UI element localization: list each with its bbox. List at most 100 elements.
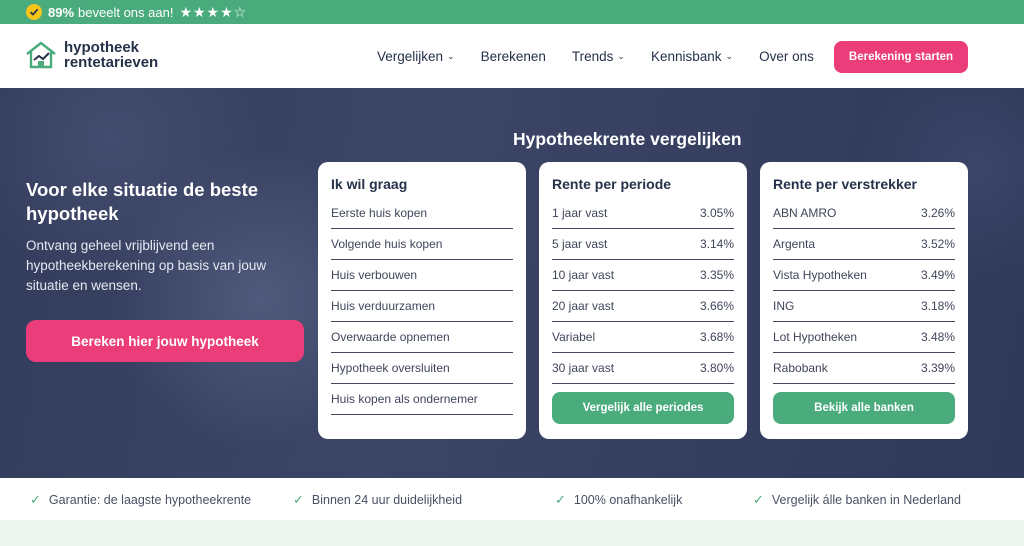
rate-row[interactable]: 5 jaar vast 3.14% — [552, 229, 734, 260]
page-bottom-strip — [0, 520, 1024, 546]
house-logo-icon — [26, 41, 56, 69]
rate-row[interactable]: Variabel 3.68% — [552, 322, 734, 353]
card-title: Ik wil graag — [331, 176, 408, 192]
usp-text: 100% onafhankelijk — [573, 493, 683, 507]
usp-item: ✓ Garantie: de laagste hypotheekrente — [30, 492, 251, 508]
lender-row[interactable]: Argenta 3.52% — [773, 229, 955, 260]
list-item[interactable]: Huis kopen als ondernemer — [331, 384, 513, 415]
list-item-label: Volgende huis kopen — [331, 237, 443, 251]
rate-label: Variabel — [552, 330, 596, 344]
check-icon: ✓ — [753, 492, 764, 507]
usp-text: Garantie: de laagste hypotheekrente — [48, 493, 252, 507]
list-item[interactable]: Volgende huis kopen — [331, 229, 513, 260]
rate-label: 30 jaar vast — [552, 361, 615, 375]
view-all-banks-button[interactable]: Bekijk alle banken — [773, 392, 955, 424]
rate-label: 20 jaar vast — [552, 299, 615, 313]
hero-title: Voor elke situatie de beste hypotheek — [26, 179, 259, 224]
check-badge-icon — [26, 4, 42, 20]
list-item-label: Huis kopen als ondernemer — [331, 392, 478, 406]
list-item[interactable]: Huis verbouwen — [331, 260, 513, 291]
lender-row[interactable]: Lot Hypotheken 3.48% — [773, 322, 955, 353]
lender-row[interactable]: Rabobank 3.39% — [773, 353, 955, 384]
rate-value: 3.66% — [699, 299, 734, 313]
start-calculation-button[interactable]: Berekening starten — [834, 41, 968, 73]
usp-item: ✓ Binnen 24 uur duidelijkheid — [293, 492, 462, 508]
rate-row[interactable]: 30 jaar vast 3.80% — [552, 353, 734, 384]
nav-label: Over ons — [759, 48, 814, 64]
nav-vergelijken[interactable]: Vergelijken ⌄ — [377, 49, 455, 64]
nav-kennisbank[interactable]: Kennisbank ⌄ — [651, 49, 733, 64]
lender-label: Lot Hypotheken — [773, 330, 858, 344]
usp-item: ✓ Vergelijk álle banken in Nederland — [753, 492, 961, 508]
nav-trends[interactable]: Trends ⌄ — [572, 49, 625, 64]
chevron-down-icon: ⌄ — [617, 51, 625, 61]
usp-bar: ✓ Garantie: de laagste hypotheekrente ✓ Bi… — [0, 478, 1024, 520]
nav-over-ons[interactable]: Over ons — [759, 49, 814, 64]
logo-line2: rentetarieven — [64, 54, 159, 71]
list-item[interactable]: Hypotheek oversluiten — [331, 353, 513, 384]
chevron-down-icon: ⌄ — [725, 51, 734, 61]
calculate-mortgage-button[interactable]: Bereken hier jouw hypotheek — [26, 320, 304, 362]
rate-per-period-card: Rente per periode 1 jaar vast 3.05% 5 jaa… — [539, 162, 747, 439]
hero-section: Voor elke situatie de beste hypotheek On… — [0, 88, 1024, 478]
rate-per-lender-card: Rente per verstrekker ABN AMRO 3.26% Arge… — [760, 162, 968, 439]
nav-label: Trends — [571, 48, 614, 64]
nav-berekenen[interactable]: Berekenen — [481, 49, 546, 64]
card-title: Rente per verstrekker — [773, 176, 917, 192]
rate-value: 3.80% — [699, 361, 734, 375]
main-nav: Vergelijken ⌄ Berekenen Trends ⌄ Kennisban… — [377, 24, 840, 88]
lender-label: Argenta — [773, 237, 816, 251]
check-icon: ✓ — [293, 492, 304, 507]
check-icon: ✓ — [555, 492, 566, 507]
usp-item: ✓ 100% onafhankelijk — [555, 492, 682, 508]
usp-text: Vergelijk álle banken in Nederland — [771, 493, 961, 507]
rate-value: 3.49% — [920, 268, 955, 282]
lender-row[interactable]: ABN AMRO 3.26% — [773, 198, 955, 229]
usp-text: Binnen 24 uur duidelijkheid — [311, 493, 463, 507]
list-item[interactable]: Huis verduurzamen — [331, 291, 513, 322]
rate-value: 3.14% — [699, 237, 734, 251]
nav-label: Berekenen — [480, 48, 546, 64]
rating-bar: 89% beveelt ons aan! ★★★★☆ — [0, 0, 1024, 24]
list-item[interactable]: Eerste huis kopen — [331, 198, 513, 229]
card-title: Rente per periode — [552, 176, 672, 192]
rate-value: 3.26% — [920, 206, 955, 220]
check-icon: ✓ — [30, 492, 41, 507]
lender-row[interactable]: ING 3.18% — [773, 291, 955, 322]
nav-label: Kennisbank — [650, 48, 722, 64]
compare-title: Hypotheekrente vergelijken — [513, 129, 742, 149]
list-item-label: Hypotheek oversluiten — [331, 361, 450, 375]
compare-periods-button[interactable]: Vergelijk alle periodes — [552, 392, 734, 424]
rating-text: beveelt ons aan! — [78, 4, 174, 20]
hero-subtitle: Ontvang geheel vrijblijvend een hypothee… — [26, 238, 267, 293]
logo[interactable]: hypotheek rentetarieven — [24, 38, 158, 72]
rate-value: 3.39% — [920, 361, 955, 375]
list-item-label: Huis verduurzamen — [331, 299, 436, 313]
site-header: hypotheek rentetarieven Vergelijken ⌄ Ber… — [0, 24, 1024, 88]
rate-row[interactable]: 1 jaar vast 3.05% — [552, 198, 734, 229]
list-item-label: Huis verbouwen — [331, 268, 418, 282]
lender-label: Vista Hypotheken — [773, 268, 867, 282]
rate-row[interactable]: 10 jaar vast 3.35% — [552, 260, 734, 291]
nav-label: Vergelijken — [377, 48, 444, 64]
list-item[interactable]: Overwaarde opnemen — [331, 322, 513, 353]
logo-text: hypotheek rentetarieven — [64, 40, 158, 70]
logo-line1: hypotheek — [64, 39, 140, 56]
rate-label: 1 jaar vast — [552, 206, 608, 220]
rate-value: 3.35% — [699, 268, 734, 282]
rate-value: 3.68% — [699, 330, 734, 344]
star-rating-icon: ★★★★☆ — [179, 3, 248, 20]
rate-label: 5 jaar vast — [552, 237, 608, 251]
list-item-label: Eerste huis kopen — [331, 206, 428, 220]
wish-card: Ik wil graag Eerste huis kopen Volgende … — [318, 162, 526, 439]
chevron-down-icon: ⌄ — [447, 51, 455, 61]
rate-row[interactable]: 20 jaar vast 3.66% — [552, 291, 734, 322]
rate-value: 3.18% — [920, 299, 955, 313]
rate-value: 3.52% — [920, 237, 955, 251]
rating-percentage: 89% — [48, 4, 75, 20]
rate-value: 3.48% — [920, 330, 955, 344]
rate-label: 10 jaar vast — [552, 268, 615, 282]
lender-row[interactable]: Vista Hypotheken 3.49% — [773, 260, 955, 291]
lender-label: ING — [773, 299, 795, 313]
list-item-label: Overwaarde opnemen — [331, 330, 450, 344]
